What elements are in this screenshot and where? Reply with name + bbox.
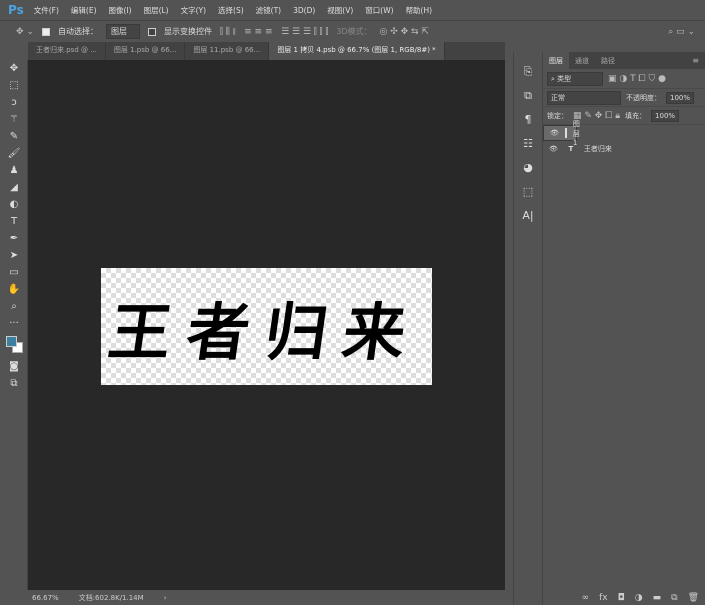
visibility-eye-icon[interactable]: 👁︎ (549, 145, 558, 153)
tab-layers[interactable]: 图层 (543, 52, 569, 69)
status-bar: 66.67% 文档:602.8K/1.14M › (0, 590, 505, 605)
opacity-label: 不透明度： (626, 93, 661, 102)
navigator-icon[interactable]: ⬚ (514, 180, 542, 204)
menu-edit[interactable]: 编辑(E) (71, 5, 97, 16)
auto-select-checkbox[interactable] (41, 27, 50, 36)
type-tool-icon[interactable]: T (0, 213, 28, 230)
brush-tool-icon[interactable]: 🖌︎ (0, 145, 28, 162)
3d-mode-icons[interactable]: ◎ ✣ ✥ ⇆ ⇱ (379, 27, 428, 37)
layer-name: 王者归来 (583, 145, 612, 153)
marquee-tool-icon[interactable]: ⬚ (0, 77, 28, 94)
show-transform-label: 显示变换控件 (163, 27, 212, 36)
rectangle-tool-icon[interactable]: ▭ (0, 264, 28, 281)
layers-panel: 图层 通道 路径 ≡ ⌕ 类型 ▣ ◑ T ⧠ ⛉ ● 正常 不透明度： 100… (543, 52, 705, 605)
menu-file[interactable]: 文件(F) (34, 5, 59, 16)
link-icon[interactable]: ∞ (582, 593, 590, 603)
document-size: 文档:602.8K/1.14M (78, 593, 144, 602)
menu-layer[interactable]: 图层(L) (144, 5, 169, 16)
hand-tool-icon[interactable]: ✋ (0, 281, 28, 298)
menu-filter[interactable]: 滤镜(T) (256, 5, 281, 16)
eraser-icon[interactable]: ◢ (0, 179, 28, 196)
history-icon[interactable]: ⎘ (514, 60, 542, 84)
character-icon[interactable]: A| (514, 204, 542, 228)
color-swatches[interactable] (0, 332, 28, 358)
visibility-eye-icon[interactable]: 👁︎ (550, 129, 559, 137)
zoom-level[interactable]: 66.67% (32, 594, 59, 602)
stamp-tool-icon[interactable]: ♟ (0, 162, 28, 179)
fill-input[interactable]: 100% (651, 109, 680, 122)
tab-paths[interactable]: 路径 (595, 52, 621, 69)
move-tool-icon[interactable]: ✥ ⌄ (16, 27, 34, 37)
menu-bar: Ps 文件(F) 编辑(E) 图像(I) 图层(L) 文字(Y) 选择(S) 滤… (0, 0, 705, 20)
tab-doc-2[interactable]: 图层 1.psb @ 66... (106, 42, 186, 60)
layer-name: 图层 1 (572, 120, 580, 147)
tab-channels[interactable]: 通道 (569, 52, 595, 69)
menu-image[interactable]: 图像(I) (109, 5, 132, 16)
panel-dock: ⎘ ⧉ ¶ ☷ ◕ ⬚ A| (513, 52, 543, 605)
document-image[interactable]: 王者归来 (101, 268, 432, 385)
align-icons[interactable]: ⫿ ⫼ ⫾ ≡ ≡ ≡ ☰ ☰ ☰ ⫿ ⫿ ⫿ (220, 27, 328, 37)
layer-thumbnail (564, 128, 567, 138)
color-icon[interactable]: ◕ (514, 156, 542, 180)
menu-view[interactable]: 视图(V) (327, 5, 353, 16)
filter-value: 类型 (557, 74, 572, 83)
properties-icon[interactable]: ⧉ (514, 84, 542, 108)
menu-3d[interactable]: 3D(D) (293, 6, 315, 15)
auto-select-label: 自动选择： (57, 27, 98, 36)
layer-row[interactable]: 👁︎ 图层 1 (543, 120, 580, 147)
mask-icon[interactable]: ◘ (618, 593, 625, 603)
lock-icons[interactable]: ▦ ✎ ✥ ⧠ 🔒︎ (573, 111, 620, 121)
search-icon[interactable]: ⌕ ▭ ⌄ (668, 27, 695, 37)
calligraphy-text: 王者归来 (104, 295, 427, 369)
quick-mask-icon[interactable]: ◙ (0, 358, 28, 375)
panel-menu-icon[interactable]: ≡ (686, 52, 705, 69)
tab-doc-1[interactable]: 王者归来.psd @ ... (28, 42, 106, 60)
layer-filter-dropdown[interactable]: ⌕ 类型 (547, 71, 603, 86)
zoom-tool-icon[interactable]: ⌕ (0, 298, 28, 315)
fill-label: 填充： (625, 111, 647, 120)
pen-tool-icon[interactable]: ✒ (0, 230, 28, 247)
filter-icons[interactable]: ▣ ◑ T ⧠ ⛉ ● (608, 74, 666, 84)
screen-mode-icon[interactable]: ⧉ (0, 375, 28, 392)
eyedropper-icon[interactable]: ✎ (0, 128, 28, 145)
status-arrow-icon[interactable]: › (164, 594, 167, 602)
menu-window[interactable]: 窗口(W) (365, 5, 393, 16)
menu-help[interactable]: 帮助(H) (406, 5, 433, 16)
group-folder-icon[interactable]: ▬ (653, 593, 662, 603)
paragraph-icon[interactable]: ¶ (514, 108, 542, 132)
show-transform-checkbox[interactable] (147, 27, 156, 36)
options-bar: ✥ ⌄ 自动选择： 图层 显示变换控件 ⫿ ⫼ ⫾ ≡ ≡ ≡ ☰ ☰ ☰ ⫿ … (0, 20, 705, 42)
dodge-tool-icon[interactable]: ◐ (0, 196, 28, 213)
tab-doc-3[interactable]: 图层 11.psb @ 66... (185, 42, 270, 60)
new-layer-icon[interactable]: ⧉ (671, 593, 677, 603)
3d-mode-label: 3D模式： (336, 27, 372, 36)
layers-footer: ∞ fx ◘ ◑ ▬ ⧉ 🗑︎ (582, 593, 699, 603)
text-layer-icon: T (568, 145, 574, 153)
magic-wand-icon[interactable]: ⚚ (0, 111, 28, 128)
fx-icon[interactable]: fx (599, 593, 608, 603)
move-tool-icon[interactable]: ✥ (0, 60, 28, 77)
opacity-input[interactable]: 100% (666, 91, 695, 104)
tab-doc-active[interactable]: 图层 1 拷贝 4.psb @ 66.7% (图层 1, RGB/8#) * (269, 42, 445, 60)
trash-icon[interactable]: 🗑︎ (688, 593, 699, 603)
document-tabs: 王者归来.psd @ ... 图层 1.psb @ 66... 图层 11.ps… (28, 42, 505, 60)
layer-row[interactable]: 👁︎ T 王者归来 (543, 141, 705, 157)
blend-mode-dropdown[interactable]: 正常 (547, 90, 621, 105)
menu-type[interactable]: 文字(Y) (181, 5, 206, 16)
lock-label: 锁定： (547, 111, 568, 120)
more-tools-icon[interactable]: ··· (0, 315, 28, 332)
adjustments-icon[interactable]: ☷ (514, 132, 542, 156)
menu-select[interactable]: 选择(S) (218, 5, 244, 16)
canvas-area[interactable]: 王者归来 (28, 60, 505, 590)
tools-panel: ✥ ⬚ ↄ ⚚ ✎ 🖌︎ ♟ ◢ ◐ T ✒ ➤ ▭ ✋ ⌕ ··· ◙ ⧉ (0, 60, 28, 590)
lasso-tool-icon[interactable]: ↄ (0, 94, 28, 111)
adjustment-layer-icon[interactable]: ◑ (635, 593, 643, 603)
photoshop-logo: Ps (8, 3, 24, 17)
auto-select-dropdown[interactable]: 图层 (105, 24, 140, 39)
path-select-icon[interactable]: ➤ (0, 247, 28, 264)
